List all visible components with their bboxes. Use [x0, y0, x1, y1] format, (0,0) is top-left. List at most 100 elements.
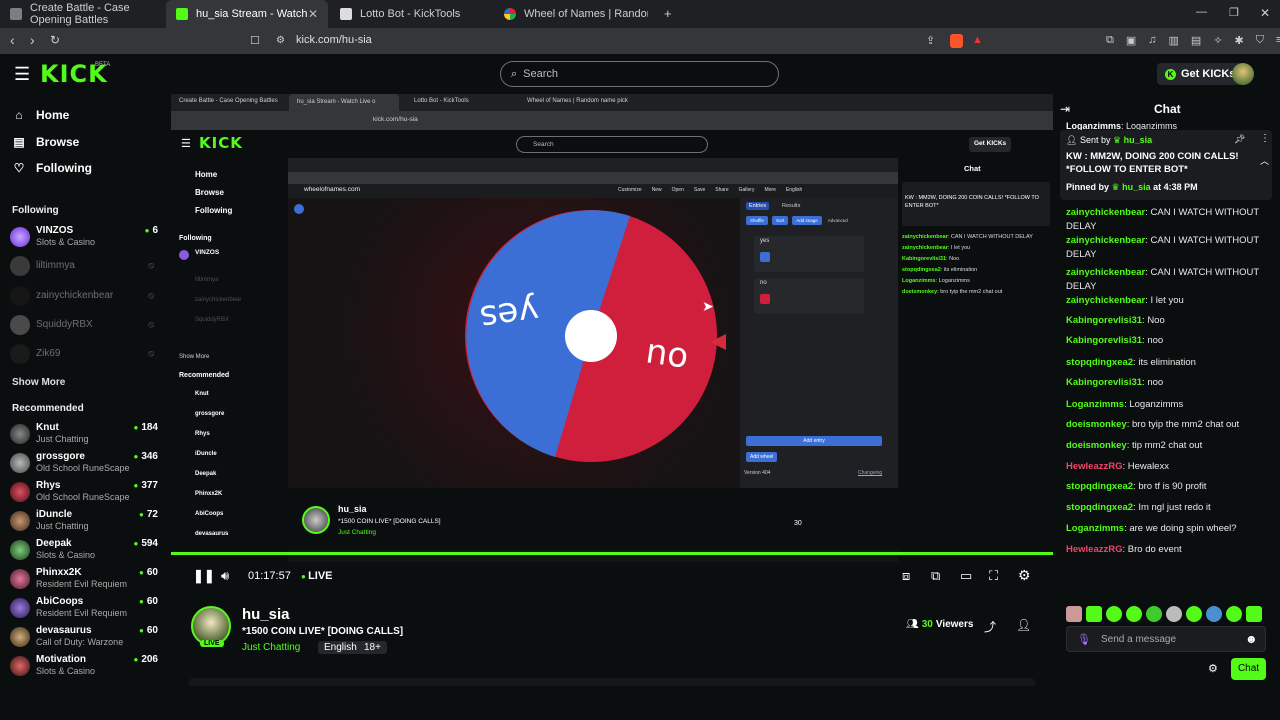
brave-shield-icon[interactable]: [950, 34, 963, 48]
get-kicks-button[interactable]: K Get KICKs: [1157, 63, 1244, 85]
user-avatar[interactable]: [1232, 63, 1254, 85]
back-icon[interactable]: ‹: [10, 32, 15, 48]
nav-following[interactable]: ♡ Following: [12, 161, 92, 175]
pinned-sender[interactable]: hu_sia: [1124, 135, 1153, 145]
chat-username[interactable]: HewleazzRG: [1066, 461, 1123, 472]
emote-icon[interactable]: [1186, 606, 1202, 622]
recommended-channel-item[interactable]: devasaurus Call of Duty: Warzone 60: [10, 625, 162, 651]
tab-create-battle[interactable]: Create Battle - Case Opening Battles: [0, 0, 166, 28]
emote-icon[interactable]: [1226, 606, 1242, 622]
emote-icon[interactable]: [1246, 606, 1262, 622]
tag-language[interactable]: English: [318, 641, 363, 654]
chat-username[interactable]: zainychickenbear: [1066, 295, 1145, 306]
pause-icon[interactable]: ❚❚: [193, 568, 215, 584]
share-icon[interactable]: ⇪: [926, 34, 935, 47]
bookmark-icon[interactable]: ☐: [250, 34, 260, 47]
emote-icon[interactable]: [1206, 606, 1222, 622]
chat-username[interactable]: Kabingorevlisi31: [1066, 335, 1142, 346]
category-link[interactable]: Just Chatting: [242, 642, 300, 653]
wallet-icon[interactable]: ▤: [1191, 34, 1201, 47]
recommended-channel-item[interactable]: AbiCoops Resident Evil Requiem 60: [10, 596, 162, 622]
site-info-icon[interactable]: ⚙: [276, 35, 285, 46]
share-icon[interactable]: ⤴: [984, 618, 996, 635]
channel-name[interactable]: hu_sia: [242, 606, 290, 623]
recommended-channel-item[interactable]: iDuncle Just Chatting 72: [10, 509, 162, 535]
chat-username[interactable]: zainychickenbear: [1066, 235, 1145, 246]
pin-icon[interactable]: 📌︎: [1234, 134, 1245, 145]
puzzle-icon[interactable]: ✱: [1235, 34, 1244, 47]
mic-icon[interactable]: 🎙︎: [1077, 633, 1091, 646]
reload-icon[interactable]: ↻: [50, 33, 60, 47]
nav-home[interactable]: ⌂ Home: [12, 108, 69, 122]
close-tab-icon[interactable]: ✕: [308, 7, 318, 21]
url-field[interactable]: kick.com/hu-sia: [296, 34, 372, 46]
brave-rewards-icon[interactable]: ▲: [972, 34, 983, 46]
pinner-name[interactable]: hu_sia: [1122, 182, 1151, 192]
chat-username[interactable]: zainychickenbear: [1066, 267, 1145, 278]
recommended-channel-item[interactable]: Motivation Slots & Casino 206: [10, 654, 162, 680]
recommended-channel-item[interactable]: Phinxx2K Resident Evil Requiem 60: [10, 567, 162, 593]
ai-icon[interactable]: ✧: [1213, 34, 1222, 47]
nav-browse[interactable]: ▤ Browse: [12, 135, 79, 149]
clip-icon[interactable]: ⧈: [902, 568, 910, 584]
recommended-channel-item[interactable]: grossgore Old School RuneScape 346: [10, 451, 162, 477]
forward-icon[interactable]: ›: [30, 32, 35, 48]
volume-icon[interactable]: 🔊︎: [221, 568, 229, 584]
menu-icon[interactable]: ≡: [1276, 34, 1280, 47]
chat-username[interactable]: doeismonkey: [1066, 419, 1127, 430]
vpn-icon[interactable]: ⛉: [1256, 34, 1264, 47]
emote-icon[interactable]: [1106, 606, 1122, 622]
hamburger-menu-icon[interactable]: ☰: [14, 64, 30, 85]
tab-hu-sia-stream[interactable]: hu_sia Stream - Watch Live o ✕: [166, 0, 328, 28]
chat-username[interactable]: HewleazzRG: [1066, 544, 1123, 555]
miniplayer-icon[interactable]: ⧉: [931, 568, 940, 584]
music-icon[interactable]: ♫: [1148, 34, 1156, 47]
emote-icon[interactable]: [1126, 606, 1142, 622]
chat-username[interactable]: stopqdingxea2: [1066, 481, 1133, 492]
following-channel-item[interactable]: VINZOS Slots & Casino 6: [10, 225, 162, 251]
recommended-channel-item[interactable]: Rhys Old School RuneScape 377: [10, 480, 162, 506]
video-player[interactable]: Create Battle - Case Opening Battles hu_…: [171, 94, 1053, 590]
chat-username[interactable]: stopqdingxea2: [1066, 502, 1133, 513]
emote-icon[interactable]: [1146, 606, 1162, 622]
emote-icon[interactable]: [1086, 606, 1102, 622]
chat-username[interactable]: Loganzimms: [1066, 523, 1124, 534]
screenshot-icon[interactable]: ▣: [1126, 34, 1136, 47]
chat-username[interactable]: Loganzimms: [1066, 399, 1124, 410]
chevron-up-icon[interactable]: ︿: [1260, 154, 1269, 167]
chat-settings-icon[interactable]: ⚙: [1208, 662, 1218, 675]
recommended-channel-item[interactable]: Deepak Slots & Casino 594: [10, 538, 162, 564]
chat-username[interactable]: zainychickenbear: [1066, 207, 1145, 218]
sidebar-icon[interactable]: ▥: [1169, 34, 1179, 47]
recommended-channel-item[interactable]: Knut Just Chatting 184: [10, 422, 162, 448]
tab-wheel-of-names[interactable]: Wheel of Names | Random name pick: [494, 0, 658, 28]
close-window-icon[interactable]: ✕: [1260, 6, 1270, 20]
theater-mode-icon[interactable]: ▭: [960, 568, 972, 584]
emote-icon[interactable]: [1166, 606, 1182, 622]
chat-username[interactable]: Kabingorevlisi31: [1066, 377, 1142, 388]
chat-input[interactable]: 🎙︎ Send a message ☻: [1066, 626, 1266, 652]
tag-age[interactable]: 18+: [358, 641, 387, 654]
maximize-icon[interactable]: ❐: [1229, 6, 1239, 19]
chat-username[interactable]: doeismonkey: [1066, 440, 1127, 451]
following-channel-item[interactable]: Zik69 ⦸: [10, 342, 162, 368]
collapse-chat-icon[interactable]: ⇥: [1060, 102, 1070, 116]
following-channel-item[interactable]: zainychickenbear ⦸: [10, 284, 162, 310]
send-chat-button[interactable]: Chat: [1231, 658, 1266, 680]
emote-icon[interactable]: [1066, 606, 1082, 622]
show-more-link[interactable]: Show More: [12, 377, 65, 388]
extension-icon[interactable]: ⧉: [1106, 34, 1114, 47]
search-input[interactable]: ⌕ Search: [500, 61, 779, 87]
emoji-icon[interactable]: ☻: [1245, 632, 1258, 646]
settings-gear-icon[interactable]: ⚙: [1018, 567, 1031, 584]
following-channel-item[interactable]: liltimmya ⦸: [10, 254, 162, 280]
new-tab-icon[interactable]: +: [664, 6, 672, 21]
tab-lotto-bot[interactable]: Lotto Bot - KickTools: [330, 0, 494, 28]
following-channel-item[interactable]: SquiddyRBX ⦸: [10, 313, 162, 339]
follow-icon[interactable]: 👤︎: [1016, 618, 1031, 632]
chat-username[interactable]: stopqdingxea2: [1066, 357, 1133, 368]
fullscreen-icon[interactable]: ⛶: [989, 568, 998, 584]
minimize-icon[interactable]: —: [1196, 6, 1207, 18]
chat-username[interactable]: Kabingorevlisi31: [1066, 315, 1142, 326]
video-progress-bar[interactable]: [171, 552, 1053, 555]
